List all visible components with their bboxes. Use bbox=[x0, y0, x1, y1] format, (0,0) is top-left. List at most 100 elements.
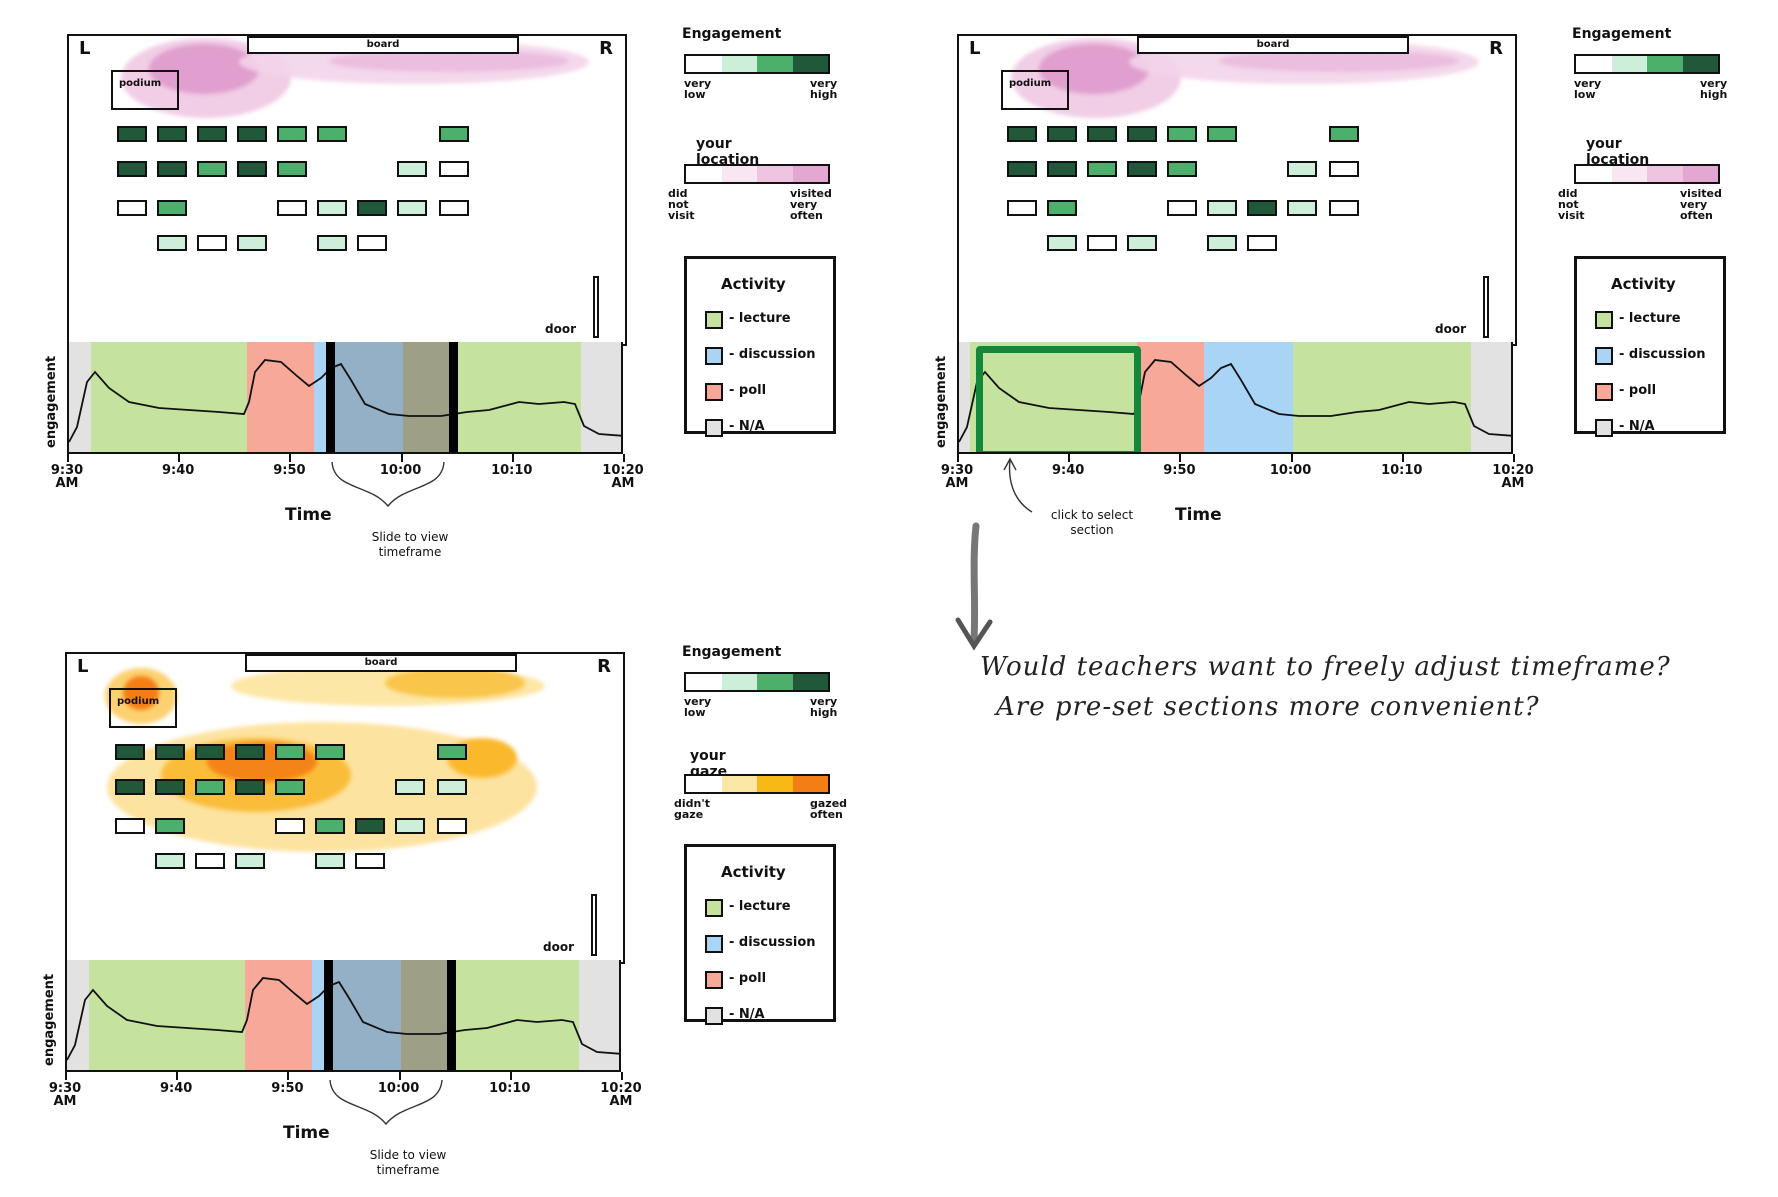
desk[interactable] bbox=[1167, 126, 1197, 142]
engagement-axis-label: engagement bbox=[42, 973, 57, 1066]
desk[interactable] bbox=[197, 235, 227, 251]
desk[interactable] bbox=[1047, 235, 1077, 251]
engagement-legend-title: Engagement bbox=[1572, 26, 1672, 42]
desk[interactable] bbox=[237, 161, 267, 177]
slide-note: Slide to view timeframe bbox=[371, 530, 449, 559]
desk[interactable] bbox=[155, 779, 185, 795]
desk[interactable] bbox=[237, 235, 267, 251]
desk[interactable] bbox=[155, 818, 185, 834]
timeframe-start-handle[interactable] bbox=[324, 960, 334, 1070]
engagement-gradient bbox=[1574, 54, 1720, 74]
engagement-timeline[interactable] bbox=[957, 342, 1513, 454]
time-tick-label: 10:10 bbox=[489, 1081, 531, 1096]
desk[interactable] bbox=[235, 779, 265, 795]
desk[interactable] bbox=[117, 161, 147, 177]
desk[interactable] bbox=[277, 161, 307, 177]
desk[interactable] bbox=[397, 161, 427, 177]
desk[interactable] bbox=[117, 126, 147, 142]
desk[interactable] bbox=[157, 161, 187, 177]
desk[interactable] bbox=[395, 779, 425, 795]
desk[interactable] bbox=[1087, 126, 1117, 142]
desk[interactable] bbox=[1207, 200, 1237, 216]
desk[interactable] bbox=[1127, 126, 1157, 142]
desk[interactable] bbox=[1047, 126, 1077, 142]
timeframe-end-handle[interactable] bbox=[446, 960, 456, 1070]
desk[interactable] bbox=[277, 126, 307, 142]
desk[interactable] bbox=[1329, 161, 1359, 177]
desk[interactable] bbox=[1329, 200, 1359, 216]
desk[interactable] bbox=[1167, 200, 1197, 216]
desk[interactable] bbox=[317, 126, 347, 142]
desk[interactable] bbox=[195, 853, 225, 869]
desk[interactable] bbox=[275, 779, 305, 795]
desk[interactable] bbox=[317, 235, 347, 251]
desk[interactable] bbox=[1247, 235, 1277, 251]
desk[interactable] bbox=[197, 126, 227, 142]
selected-section-highlight[interactable] bbox=[975, 346, 1141, 452]
activity-swatch bbox=[1595, 383, 1613, 401]
location-low-label: did not visit bbox=[668, 187, 695, 222]
desk[interactable] bbox=[439, 161, 469, 177]
desk[interactable] bbox=[235, 744, 265, 760]
desk[interactable] bbox=[437, 818, 467, 834]
engagement-timeline[interactable] bbox=[67, 342, 623, 454]
desk[interactable] bbox=[1087, 235, 1117, 251]
desk[interactable] bbox=[157, 126, 187, 142]
timeframe-start-handle[interactable] bbox=[326, 342, 336, 452]
desk[interactable] bbox=[317, 200, 347, 216]
desk[interactable] bbox=[355, 853, 385, 869]
desk[interactable] bbox=[195, 744, 225, 760]
desk[interactable] bbox=[1047, 200, 1077, 216]
desk[interactable] bbox=[1007, 200, 1037, 216]
desk[interactable] bbox=[1047, 161, 1077, 177]
desk[interactable] bbox=[1167, 161, 1197, 177]
desk[interactable] bbox=[357, 235, 387, 251]
desk[interactable] bbox=[117, 200, 147, 216]
desk[interactable] bbox=[155, 853, 185, 869]
desk[interactable] bbox=[277, 200, 307, 216]
desk[interactable] bbox=[1007, 161, 1037, 177]
desk[interactable] bbox=[155, 744, 185, 760]
desk[interactable] bbox=[195, 779, 225, 795]
desk[interactable] bbox=[1287, 161, 1317, 177]
desk[interactable] bbox=[1087, 161, 1117, 177]
desk[interactable] bbox=[437, 779, 467, 795]
board: board bbox=[1137, 36, 1409, 54]
desk[interactable] bbox=[1127, 161, 1157, 177]
location-gradient bbox=[684, 164, 830, 184]
desk[interactable] bbox=[1007, 126, 1037, 142]
desk[interactable] bbox=[115, 779, 145, 795]
desk[interactable] bbox=[115, 818, 145, 834]
time-tick bbox=[621, 1072, 623, 1080]
desk[interactable] bbox=[357, 200, 387, 216]
engagement-legend-title: Engagement bbox=[682, 26, 782, 42]
timeframe-end-handle[interactable] bbox=[448, 342, 458, 452]
desk[interactable] bbox=[157, 200, 187, 216]
desk[interactable] bbox=[1207, 126, 1237, 142]
location-high-label: visited very often bbox=[790, 187, 832, 222]
desk[interactable] bbox=[315, 853, 345, 869]
desk[interactable] bbox=[275, 818, 305, 834]
desk[interactable] bbox=[1207, 235, 1237, 251]
desk[interactable] bbox=[157, 235, 187, 251]
desk[interactable] bbox=[437, 744, 467, 760]
desk[interactable] bbox=[439, 200, 469, 216]
engagement-timeline[interactable] bbox=[65, 960, 621, 1072]
desk[interactable] bbox=[315, 818, 345, 834]
desk[interactable] bbox=[395, 818, 425, 834]
desk[interactable] bbox=[439, 126, 469, 142]
desk[interactable] bbox=[315, 744, 345, 760]
desk[interactable] bbox=[1287, 200, 1317, 216]
desk[interactable] bbox=[235, 853, 265, 869]
desk[interactable] bbox=[355, 818, 385, 834]
activity-label: - discussion bbox=[729, 347, 816, 362]
desk[interactable] bbox=[237, 126, 267, 142]
desk[interactable] bbox=[275, 744, 305, 760]
desk[interactable] bbox=[397, 200, 427, 216]
desk[interactable] bbox=[1247, 200, 1277, 216]
desk[interactable] bbox=[1329, 126, 1359, 142]
desk[interactable] bbox=[197, 161, 227, 177]
panel-section-select: L R board podium door Time engagement cl… bbox=[890, 0, 1770, 560]
desk[interactable] bbox=[1127, 235, 1157, 251]
desk[interactable] bbox=[115, 744, 145, 760]
